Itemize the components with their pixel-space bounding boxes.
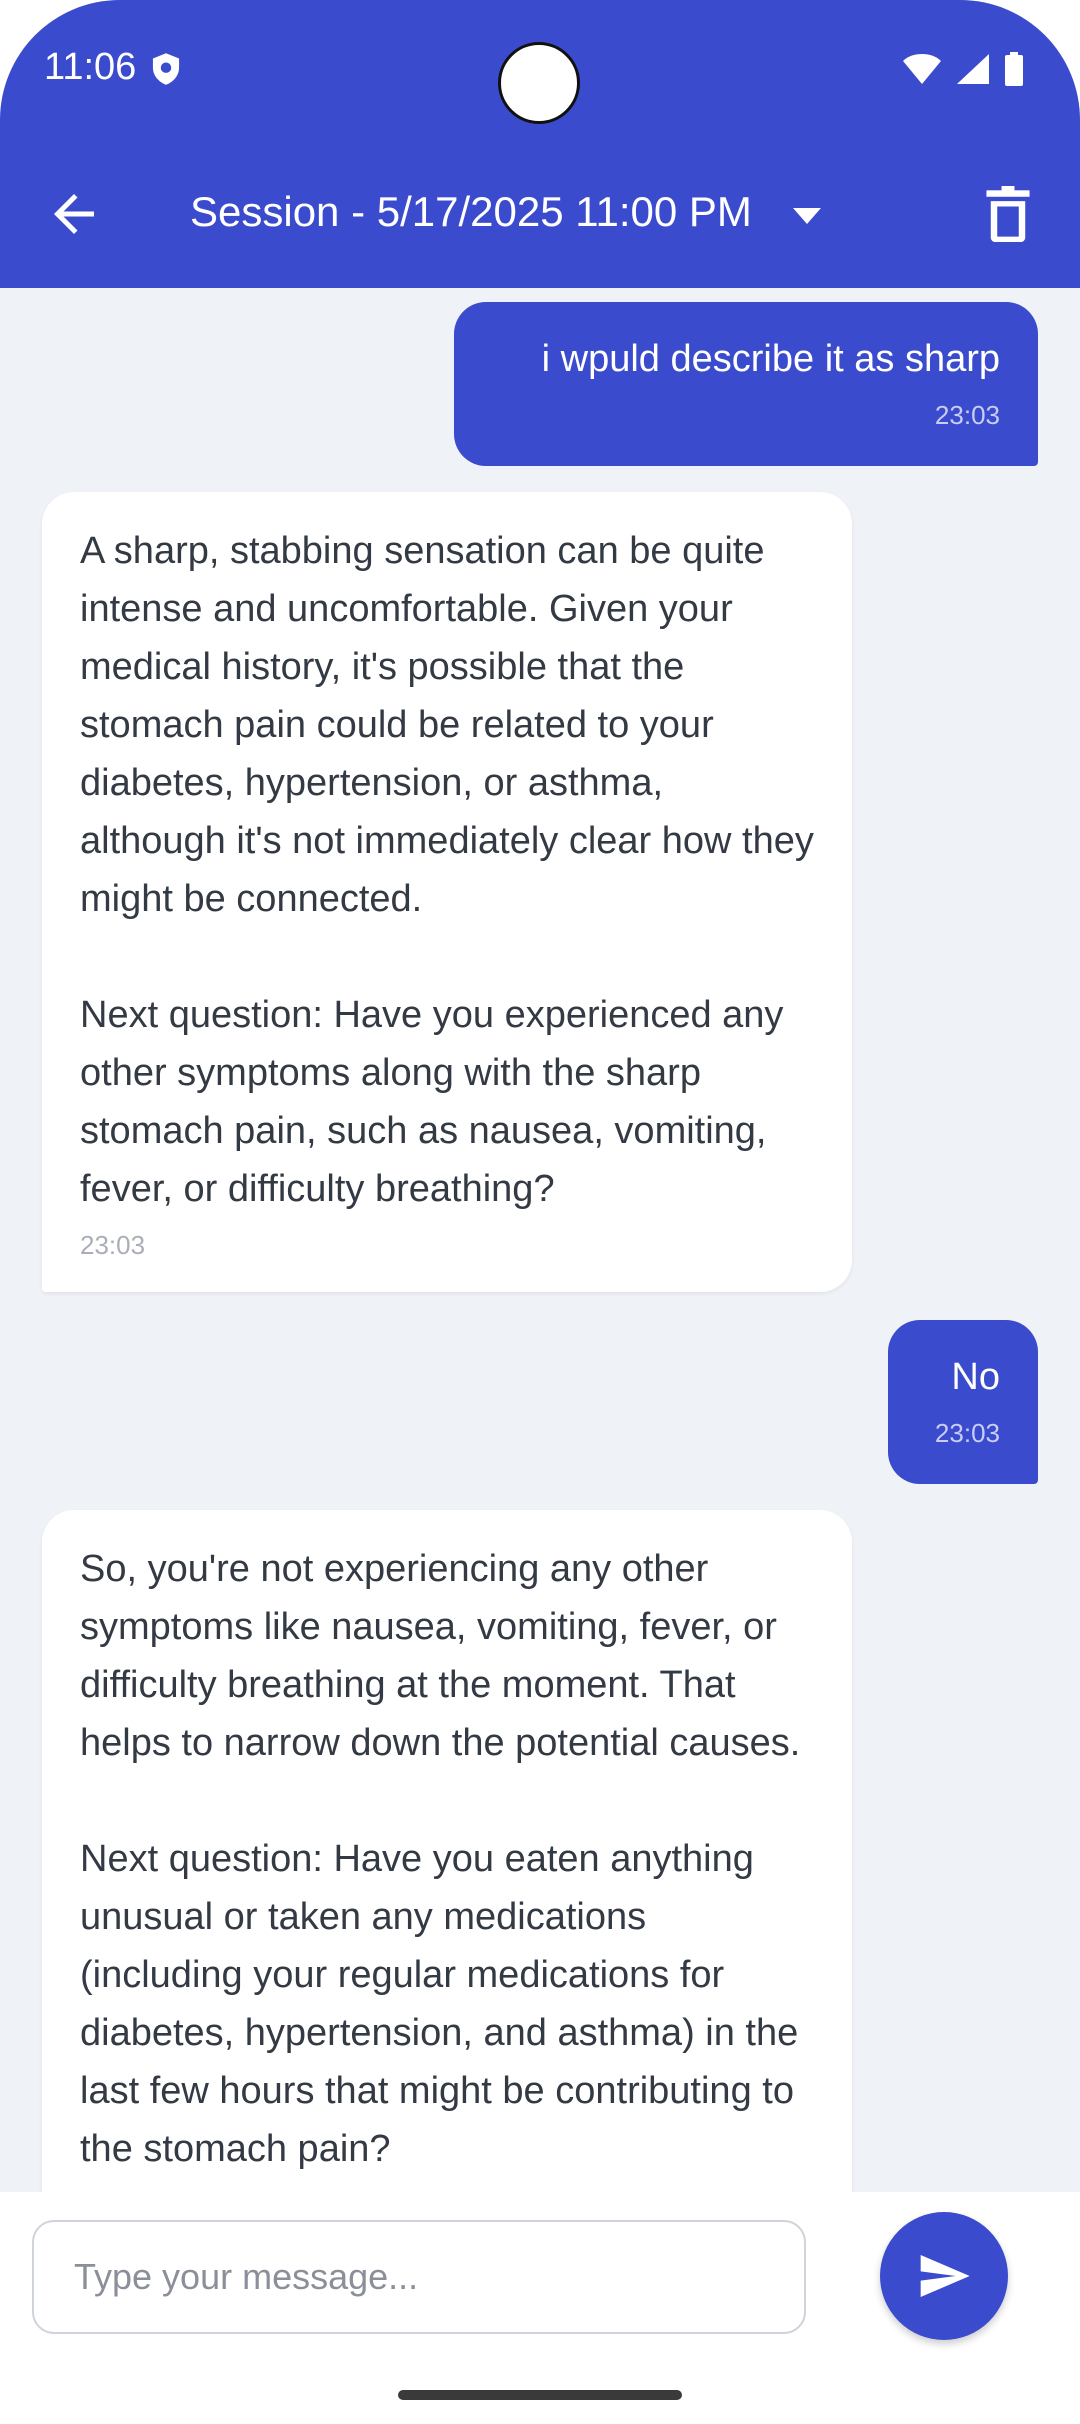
status-time: 11:06 [44, 46, 137, 88]
send-icon [920, 2255, 970, 2297]
message-composer [0, 2192, 1080, 2424]
app-bar: Session - 5/17/2025 11:00 PM [0, 140, 1080, 288]
status-bar: 11:06 [0, 0, 1080, 140]
shield-icon [152, 53, 180, 85]
system-icons [902, 52, 1024, 86]
arrow-left-icon[interactable] [44, 184, 104, 244]
message-time: 23:03 [80, 1230, 146, 1260]
message-text: So, you're not experiencing any other sy… [80, 1548, 801, 2170]
signal-icon [957, 54, 989, 84]
message-time: 23:03 [934, 400, 1000, 430]
send-button[interactable] [880, 2212, 1008, 2340]
user-message: i wpuld describe it as sharp 23:03 [454, 302, 1038, 466]
camera-cutout [498, 42, 580, 124]
chat-area[interactable]: i wpuld describe it as sharp 23:03 A sha… [0, 288, 1080, 2192]
phone-screen: 11:06 Session - 5/17/2025 11:00 PM i wpu… [0, 0, 1080, 2424]
message-time: 23:03 [934, 1418, 1000, 1448]
wifi-icon [903, 54, 941, 84]
home-indicator[interactable] [398, 2390, 682, 2400]
trash-icon[interactable] [982, 186, 1034, 242]
caret-down-icon[interactable] [790, 204, 824, 228]
battery-icon [1005, 52, 1023, 86]
message-text: No [951, 1356, 1000, 1398]
user-message: No 23:03 [888, 1320, 1038, 1484]
message-text: A sharp, stabbing sensation can be quite… [80, 530, 814, 1210]
assistant-message: A sharp, stabbing sensation can be quite… [42, 492, 852, 1292]
message-input[interactable] [32, 2220, 806, 2334]
session-title[interactable]: Session - 5/17/2025 11:00 PM [190, 188, 752, 236]
message-text: i wpuld describe it as sharp [541, 338, 1000, 380]
assistant-message: So, you're not experiencing any other sy… [42, 1510, 852, 2192]
